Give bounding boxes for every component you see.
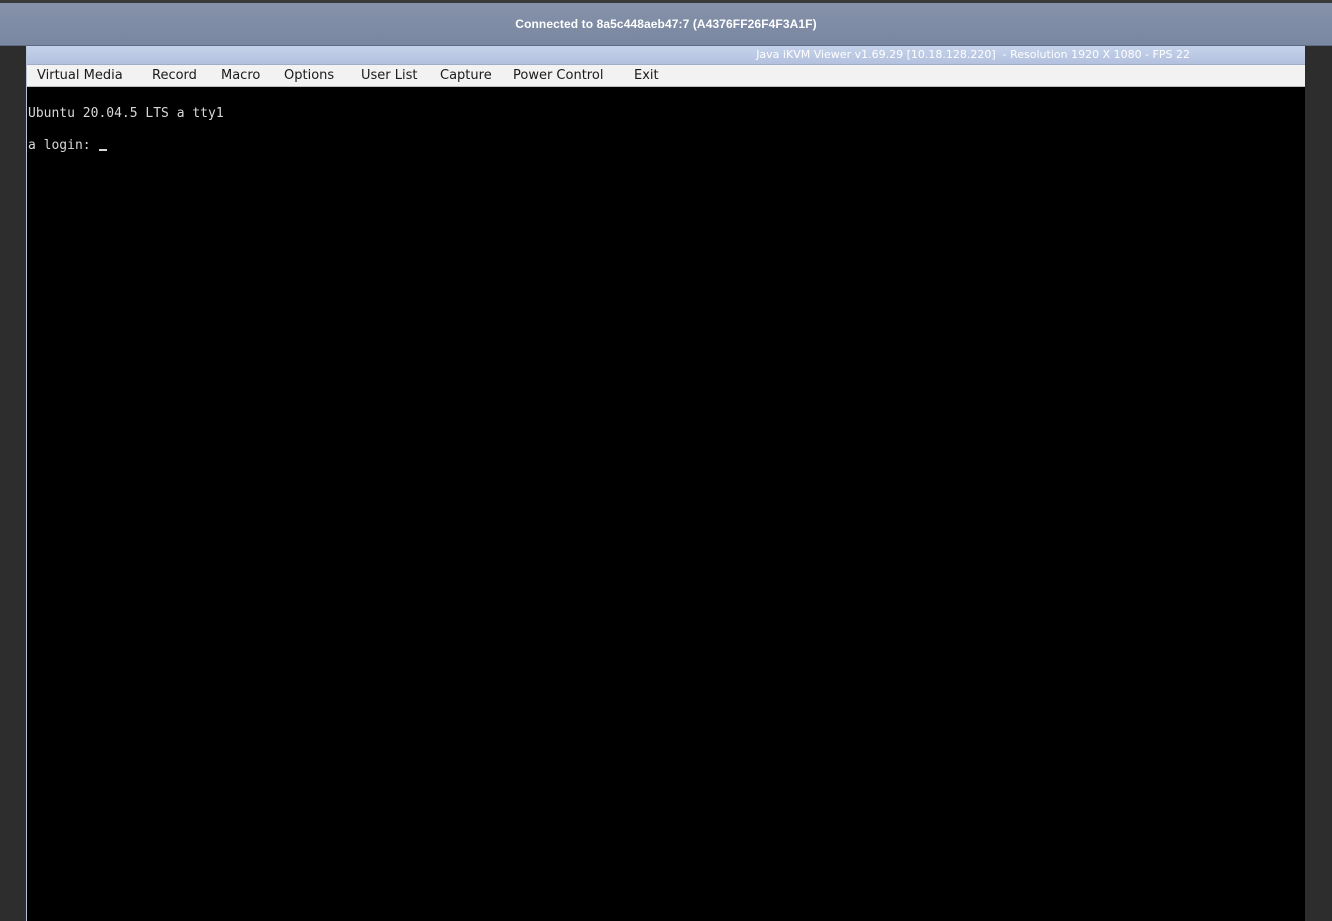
menu-power-control[interactable]: Power Control (513, 68, 603, 83)
menu-record[interactable]: Record (152, 68, 197, 83)
text-cursor (99, 149, 108, 151)
menu-virtual-media[interactable]: Virtual Media (37, 68, 123, 83)
menu-capture[interactable]: Capture (440, 68, 492, 83)
login-prompt: a login: (28, 138, 99, 153)
menu-exit[interactable]: Exit (634, 68, 659, 83)
viewer-title: Java iKVM Viewer v1.69.29 [10.18.128.220… (756, 48, 1190, 61)
menu-macro[interactable]: Macro (221, 68, 260, 83)
console-banner: Ubuntu 20.04.5 LTS a tty1 (28, 106, 224, 121)
viewer-titlebar[interactable]: Java iKVM Viewer v1.69.29 [10.18.128.220… (27, 46, 1305, 65)
remote-console[interactable]: Ubuntu 20.04.5 LTS a tty1 a login: (27, 88, 1305, 921)
menu-options[interactable]: Options (284, 68, 334, 83)
connection-bar: Connected to 8a5c448aeb47:7 (A4376FF26F4… (0, 0, 1332, 46)
kvm-viewer-window: Java iKVM Viewer v1.69.29 [10.18.128.220… (26, 46, 1305, 921)
menubar: Virtual Media Record Macro Options User … (27, 65, 1305, 87)
connection-status-text: Connected to 8a5c448aeb47:7 (A4376FF26F4… (515, 17, 817, 31)
console-login-line: a login: (28, 138, 108, 153)
menu-user-list[interactable]: User List (361, 68, 418, 83)
screen: Connected to 8a5c448aeb47:7 (A4376FF26F4… (0, 0, 1332, 921)
